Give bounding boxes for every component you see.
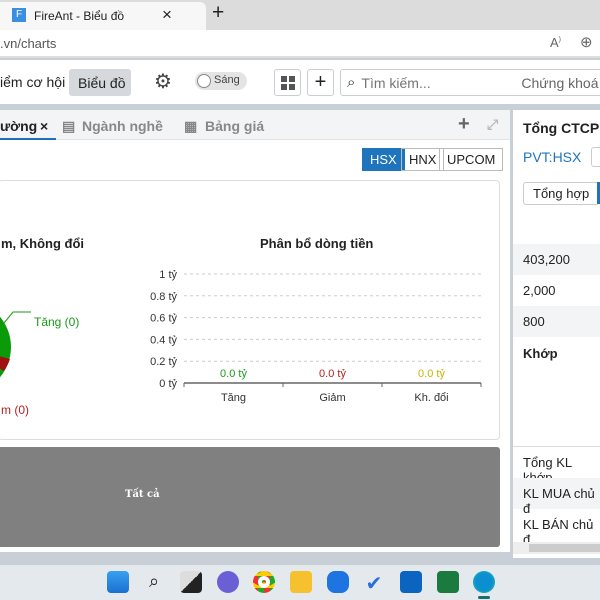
y-tick-label: 1 tỷ xyxy=(159,269,177,281)
stat-row: Tổng KL khớp xyxy=(513,446,600,485)
match-heading: Khớp xyxy=(523,346,558,361)
teams-chat-icon[interactable] xyxy=(217,571,239,593)
todo-icon[interactable]: ✔ xyxy=(363,571,385,595)
search-icon: ⌕ xyxy=(347,74,356,91)
favicon: F xyxy=(12,8,26,22)
exchange-upcom[interactable]: UPCOM xyxy=(439,148,504,171)
x-tick-label: Giảm xyxy=(319,392,345,404)
y-tick-label: 0.2 tỷ xyxy=(150,356,177,368)
stat-row: KL BÁN chủ đ xyxy=(523,517,594,547)
y-tick-label: 0.4 tỷ xyxy=(150,334,177,346)
zalo-icon[interactable] xyxy=(327,571,349,593)
new-tab-button[interactable]: + xyxy=(212,1,224,25)
expand-icon[interactable]: ⤢ xyxy=(487,116,498,133)
y-tick-label: 0.8 tỷ xyxy=(150,291,177,303)
x-tick-label: Kh. đổi xyxy=(414,392,448,404)
theme-toggle[interactable]: Sáng xyxy=(195,72,247,90)
task-view-icon[interactable] xyxy=(180,571,202,593)
close-icon[interactable]: × xyxy=(40,118,48,134)
url-text: .vn/charts xyxy=(0,36,57,51)
tab-label: ường xyxy=(0,118,38,134)
tab-industry[interactable]: Ngành nghề xyxy=(82,118,163,134)
add-button[interactable]: + xyxy=(307,69,334,96)
start-icon[interactable] xyxy=(107,571,129,593)
chart-nav-button[interactable]: Biểu đồ xyxy=(69,69,131,96)
securities-label: Chứng khoá xyxy=(521,74,599,91)
bar-data-label: 0.0 tỷ xyxy=(319,368,346,380)
value-row: 403,200 xyxy=(513,244,600,275)
company-title: Tổng CTCP xyxy=(523,120,600,136)
zoom-icon[interactable]: ⊕ xyxy=(580,33,593,51)
search-input[interactable] xyxy=(361,74,522,91)
read-aloud-icon[interactable]: A) xyxy=(550,35,561,50)
symbol-link[interactable]: PVT:HSX xyxy=(523,149,581,165)
summary-block: Tất cả xyxy=(0,447,500,547)
outlook-icon[interactable] xyxy=(400,571,422,593)
y-tick-label: 0 tỷ xyxy=(159,378,177,390)
toggle-label: Sáng xyxy=(214,74,240,86)
exchange-hnx[interactable]: HNX xyxy=(401,148,445,171)
list-icon: ▤ xyxy=(62,118,76,134)
gear-icon[interactable]: ⚙ xyxy=(154,69,172,94)
layout-grid-button[interactable] xyxy=(274,69,301,96)
tab-price-board[interactable]: Bảng giá xyxy=(205,118,264,134)
cashflow-bar-chart: 0 tỷ 0.2 tỷ 0.4 tỷ 0.6 tỷ 0.8 tỷ 1 tỷ 0.0 tỷ Tă… xyxy=(150,269,482,404)
excel-icon[interactable] xyxy=(437,571,459,593)
y-tick-label: 0.6 tỷ xyxy=(150,313,177,325)
panel-tabs: ường × ▤ Ngành nghề ▦ Bảng giá + ⤢ xyxy=(0,110,510,140)
value-row: 800 xyxy=(513,306,600,337)
tab-market[interactable]: ường × xyxy=(0,110,56,140)
toggle-knob xyxy=(197,74,211,88)
bar-data-label: 0.0 tỷ xyxy=(220,368,247,380)
exchange-hsx[interactable]: HSX xyxy=(362,148,405,171)
market-panel: ường × ▤ Ngành nghề ▦ Bảng giá + ⤢ HSX H… xyxy=(0,110,510,552)
grid-icon xyxy=(280,75,295,90)
table-icon: ▦ xyxy=(184,118,198,134)
horizontal-scrollbar[interactable] xyxy=(513,542,600,554)
edge-icon[interactable] xyxy=(473,571,495,593)
app-toolbar: iểm cơ hội Biểu đồ ⚙ Sáng + ⌕ Chứng khoá xyxy=(0,60,600,104)
add-tab-icon[interactable]: + xyxy=(458,113,470,136)
browser-tab-bar: F FireAnt - Biểu đồ × + xyxy=(0,0,600,30)
x-tick-label: Tăng xyxy=(221,392,246,404)
bar-data-label: 0.0 tỷ xyxy=(418,368,445,380)
tab-summary[interactable]: Tổng hợp xyxy=(523,182,600,205)
charts-card: m, Không đổi Tăng (0) m (0) Phân bổ dòng… xyxy=(0,180,500,440)
stock-detail-panel: Tổng CTCP PVT:HSX Tổng hợp 403,200 2,000… xyxy=(513,110,600,558)
search-box[interactable]: ⌕ Chứng khoá xyxy=(340,69,600,96)
symbol-edit-button[interactable] xyxy=(591,147,600,167)
search-icon[interactable]: ⌕ xyxy=(143,571,165,593)
chrome-icon[interactable] xyxy=(253,571,275,593)
all-label: Tất cả xyxy=(125,489,160,500)
address-bar[interactable]: .vn/charts A) ⊕ xyxy=(0,30,600,58)
value-row: 2,000 xyxy=(523,283,556,298)
browser-tab[interactable]: F FireAnt - Biểu đồ × xyxy=(0,2,206,30)
active-app-indicator xyxy=(478,596,490,599)
taskbar: ⌕ ✔ xyxy=(0,565,600,600)
tab-title: FireAnt - Biểu đồ xyxy=(34,9,125,23)
nav-opportunities[interactable]: iểm cơ hội xyxy=(0,74,65,90)
file-explorer-icon[interactable] xyxy=(290,571,312,593)
close-tab-icon[interactable]: × xyxy=(162,5,172,25)
stat-row: KL MUA chủ đ xyxy=(513,478,600,516)
